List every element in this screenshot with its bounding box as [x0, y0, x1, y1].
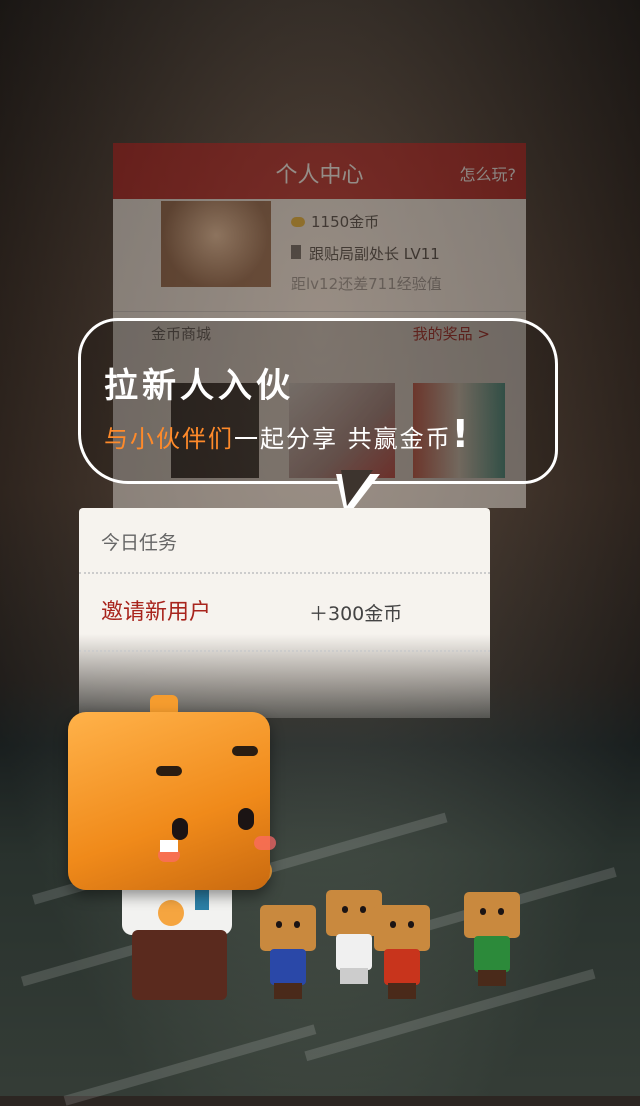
- coin-icon: [291, 217, 305, 227]
- rank-text: 跟贴局副处长 LV11: [309, 245, 440, 263]
- mascot-eye: [172, 818, 188, 840]
- app-header: 个人中心 怎么玩?: [113, 143, 526, 199]
- avatar: [161, 201, 271, 287]
- mascot-brow: [156, 766, 182, 776]
- task-card-title: 今日任务: [101, 532, 178, 554]
- promo-subline-accent: 与小伙伴们: [104, 425, 234, 453]
- mascot-eye: [238, 808, 254, 830]
- speech-bubble-tail-inner: [341, 470, 373, 506]
- mascot-brow: [232, 746, 258, 756]
- invite-task-reward: ＋300金币: [309, 603, 403, 625]
- coin-balance: 1150金币: [291, 211, 379, 232]
- mascot-tooth: [160, 840, 178, 852]
- next-level-text: 距lv12还差711经验值: [291, 275, 442, 293]
- mascot-cheek: [254, 836, 276, 850]
- mascot-figure: [68, 712, 276, 890]
- coin-balance-text: 1150金币: [311, 213, 380, 231]
- mascot-legs: [132, 930, 227, 1000]
- promo-headline: 拉新人入伙: [104, 366, 294, 406]
- help-link[interactable]: 怎么玩?: [460, 161, 517, 185]
- divider: [79, 650, 490, 652]
- divider: [79, 572, 490, 574]
- promo-subline: 与小伙伴们一起分享 共赢金币!: [104, 412, 471, 456]
- promo-subline-bang: !: [451, 412, 471, 456]
- mascot-hand: [158, 900, 184, 926]
- rank-badge-icon: [291, 245, 301, 259]
- divider: [113, 311, 526, 312]
- task-card: 今日任务 邀请新用户 ＋300金币: [79, 508, 490, 718]
- rank-line: 跟贴局副处长 LV11: [291, 243, 440, 264]
- promo-subline-rest: 一起分享 共赢金币: [234, 425, 452, 453]
- invite-task-name[interactable]: 邀请新用户: [101, 594, 211, 626]
